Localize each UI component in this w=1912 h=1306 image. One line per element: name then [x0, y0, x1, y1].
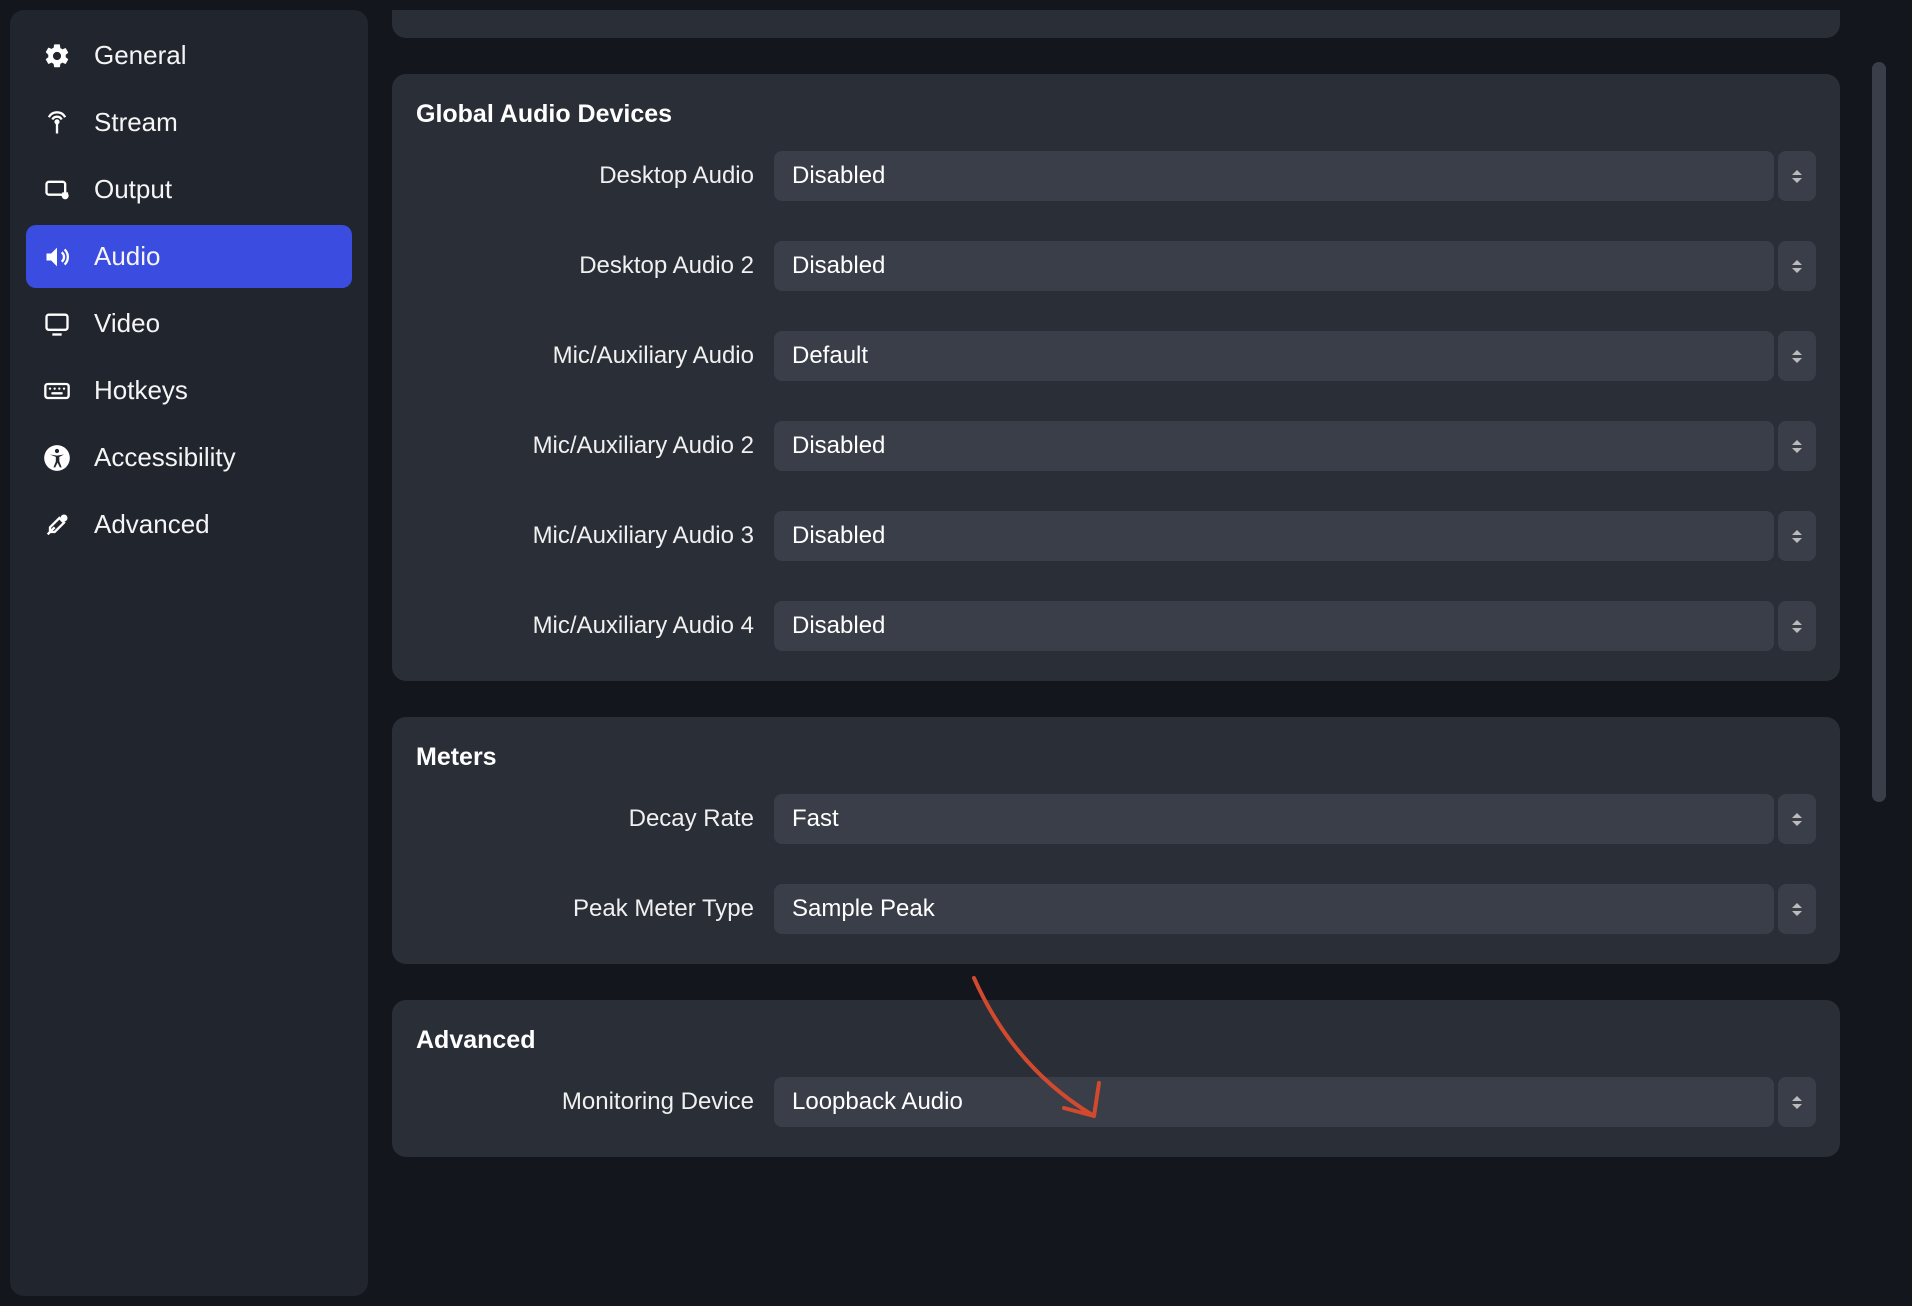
- scrollbar[interactable]: [1872, 62, 1886, 802]
- select-desktop-audio-2[interactable]: Disabled: [774, 241, 1816, 291]
- field-label: Decay Rate: [416, 805, 774, 833]
- select-value[interactable]: Disabled: [774, 421, 1774, 471]
- sidebar-item-label: General: [94, 40, 187, 71]
- global-audio-devices-panel: Global Audio Devices Desktop Audio Disab…: [392, 74, 1840, 681]
- field-mic-aux-audio: Mic/Auxiliary Audio Default: [416, 331, 1816, 381]
- select-peak-meter-type[interactable]: Sample Peak: [774, 884, 1816, 934]
- accessibility-icon: [42, 443, 72, 473]
- field-label: Mic/Auxiliary Audio 2: [416, 432, 774, 460]
- sidebar-item-accessibility[interactable]: Accessibility: [26, 426, 352, 489]
- select-mic-aux-audio[interactable]: Default: [774, 331, 1816, 381]
- field-mic-aux-audio-3: Mic/Auxiliary Audio 3 Disabled: [416, 511, 1816, 561]
- select-value[interactable]: Loopback Audio: [774, 1077, 1774, 1127]
- field-mic-aux-audio-2: Mic/Auxiliary Audio 2 Disabled: [416, 421, 1816, 471]
- select-monitoring-device[interactable]: Loopback Audio: [774, 1077, 1816, 1127]
- select-value[interactable]: Fast: [774, 794, 1774, 844]
- field-label: Mic/Auxiliary Audio: [416, 342, 774, 370]
- panel-title: Meters: [416, 743, 1816, 772]
- select-value[interactable]: Disabled: [774, 151, 1774, 201]
- select-desktop-audio[interactable]: Disabled: [774, 151, 1816, 201]
- meters-panel: Meters Decay Rate Fast Peak Meter Type S…: [392, 717, 1840, 964]
- select-mic-aux-audio-4[interactable]: Disabled: [774, 601, 1816, 651]
- output-icon: [42, 175, 72, 205]
- gear-icon: [42, 41, 72, 71]
- select-spinner-icon[interactable]: [1778, 601, 1816, 651]
- select-value[interactable]: Disabled: [774, 601, 1774, 651]
- monitor-icon: [42, 309, 72, 339]
- select-spinner-icon[interactable]: [1778, 884, 1816, 934]
- field-decay-rate: Decay Rate Fast: [416, 794, 1816, 844]
- antenna-icon: [42, 108, 72, 138]
- settings-main-content: Global Audio Devices Desktop Audio Disab…: [368, 10, 1902, 1296]
- select-spinner-icon[interactable]: [1778, 151, 1816, 201]
- sidebar-item-general[interactable]: General: [26, 24, 352, 87]
- keyboard-icon: [42, 376, 72, 406]
- field-label: Mic/Auxiliary Audio 4: [416, 612, 774, 640]
- select-value[interactable]: Default: [774, 331, 1774, 381]
- panel-title: Global Audio Devices: [416, 100, 1816, 129]
- select-mic-aux-audio-3[interactable]: Disabled: [774, 511, 1816, 561]
- sidebar-item-label: Accessibility: [94, 442, 236, 473]
- sidebar-item-label: Advanced: [94, 509, 210, 540]
- tools-icon: [42, 510, 72, 540]
- sidebar-item-output[interactable]: Output: [26, 158, 352, 221]
- sidebar-item-video[interactable]: Video: [26, 292, 352, 355]
- sidebar-item-advanced[interactable]: Advanced: [26, 493, 352, 556]
- select-spinner-icon[interactable]: [1778, 331, 1816, 381]
- speaker-icon: [42, 242, 72, 272]
- sidebar-item-label: Audio: [94, 241, 161, 272]
- field-desktop-audio: Desktop Audio Disabled: [416, 151, 1816, 201]
- select-value[interactable]: Sample Peak: [774, 884, 1774, 934]
- field-label: Desktop Audio: [416, 162, 774, 190]
- select-spinner-icon[interactable]: [1778, 421, 1816, 471]
- advanced-panel: Advanced Monitoring Device Loopback Audi…: [392, 1000, 1840, 1157]
- settings-app: General Stream Output Audio Video: [0, 0, 1912, 1306]
- select-value[interactable]: Disabled: [774, 511, 1774, 561]
- sidebar-item-hotkeys[interactable]: Hotkeys: [26, 359, 352, 422]
- select-spinner-icon[interactable]: [1778, 794, 1816, 844]
- field-label: Mic/Auxiliary Audio 3: [416, 522, 774, 550]
- sidebar-item-label: Hotkeys: [94, 375, 188, 406]
- sidebar-item-label: Stream: [94, 107, 178, 138]
- field-label: Peak Meter Type: [416, 895, 774, 923]
- sidebar-item-stream[interactable]: Stream: [26, 91, 352, 154]
- field-label: Desktop Audio 2: [416, 252, 774, 280]
- field-desktop-audio-2: Desktop Audio 2 Disabled: [416, 241, 1816, 291]
- panel-title: Advanced: [416, 1026, 1816, 1055]
- settings-sidebar: General Stream Output Audio Video: [10, 10, 368, 1296]
- select-value[interactable]: Disabled: [774, 241, 1774, 291]
- sidebar-item-label: Output: [94, 174, 172, 205]
- select-spinner-icon[interactable]: [1778, 1077, 1816, 1127]
- select-spinner-icon[interactable]: [1778, 241, 1816, 291]
- field-mic-aux-audio-4: Mic/Auxiliary Audio 4 Disabled: [416, 601, 1816, 651]
- sidebar-item-audio[interactable]: Audio: [26, 225, 352, 288]
- field-monitoring-device: Monitoring Device Loopback Audio: [416, 1077, 1816, 1127]
- top-panel-spacer: [392, 10, 1840, 38]
- sidebar-item-label: Video: [94, 308, 160, 339]
- select-mic-aux-audio-2[interactable]: Disabled: [774, 421, 1816, 471]
- select-decay-rate[interactable]: Fast: [774, 794, 1816, 844]
- field-label: Monitoring Device: [416, 1088, 774, 1116]
- select-spinner-icon[interactable]: [1778, 511, 1816, 561]
- field-peak-meter-type: Peak Meter Type Sample Peak: [416, 884, 1816, 934]
